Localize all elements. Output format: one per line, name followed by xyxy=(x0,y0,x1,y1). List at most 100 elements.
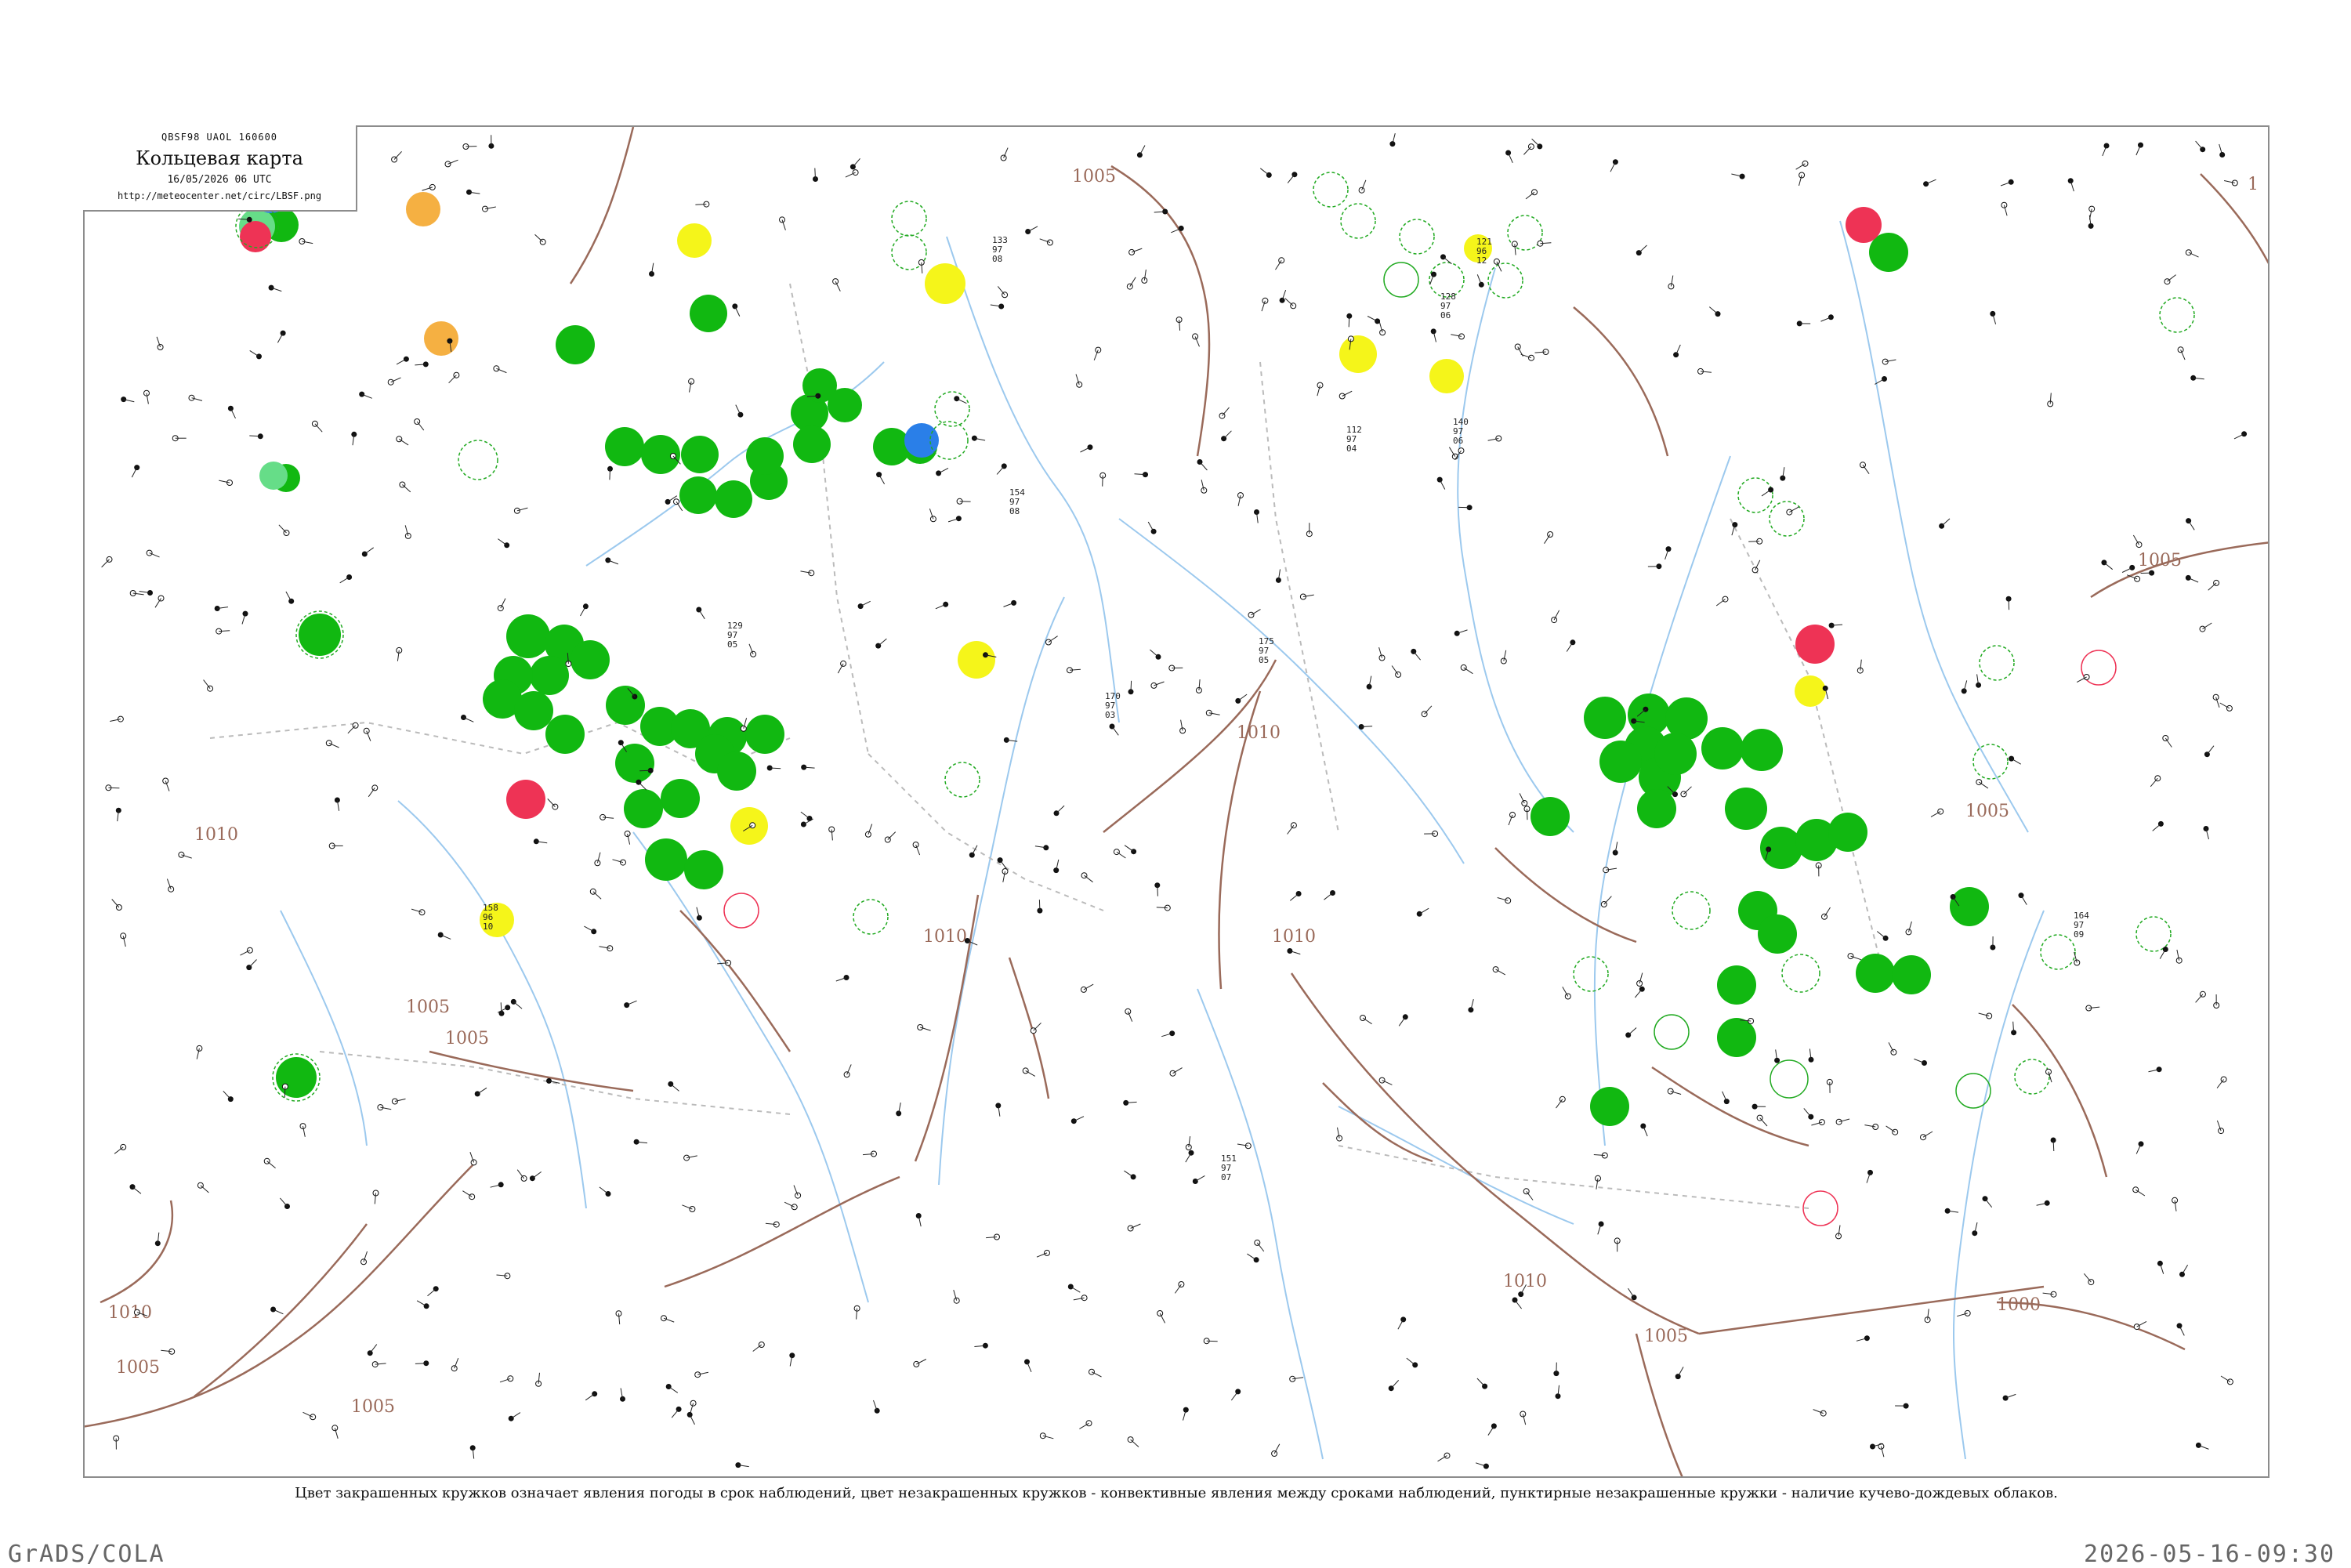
station-ring-dashed[interactable] xyxy=(892,201,926,236)
station-marker-green[interactable] xyxy=(514,691,553,730)
station-symbol xyxy=(1957,1310,1970,1316)
station-ring-dashed[interactable] xyxy=(1341,204,1375,238)
station-plot[interactable]: 129 97 05 xyxy=(727,621,743,650)
station-marker-green[interactable] xyxy=(645,838,687,881)
station-plot[interactable]: 151 97 07 xyxy=(1221,1153,1237,1182)
station-marker-green[interactable] xyxy=(746,437,784,475)
station-marker-red[interactable] xyxy=(1795,625,1835,664)
station-marker-green[interactable] xyxy=(1717,965,1756,1005)
station-symbol xyxy=(494,366,507,373)
station-marker-green[interactable] xyxy=(1741,729,1783,771)
station-marker-green[interactable] xyxy=(624,789,663,828)
station-symbol xyxy=(1288,172,1297,183)
station-ring-dashed[interactable] xyxy=(2136,917,2171,951)
station-marker-green[interactable] xyxy=(717,751,756,791)
station-ring-dashed[interactable] xyxy=(1574,957,1608,991)
station-marker-green[interactable] xyxy=(828,388,862,422)
station-ring-dashed[interactable] xyxy=(1973,744,2008,779)
station-ring-dashed[interactable] xyxy=(1738,478,1773,512)
station-marker-green[interactable] xyxy=(679,476,717,514)
station-marker-green[interactable] xyxy=(276,1057,317,1098)
station-symbol xyxy=(1488,436,1502,441)
station-marker-green[interactable] xyxy=(571,640,610,679)
station-plot[interactable]: 140 97 06 xyxy=(1453,417,1469,446)
station-marker-yellow[interactable] xyxy=(1429,359,1464,393)
station-ring-dashed[interactable] xyxy=(1672,892,1710,929)
station-marker-red[interactable] xyxy=(1846,207,1882,243)
station-marker-green[interactable] xyxy=(1701,727,1744,770)
station-marker-green[interactable] xyxy=(530,656,569,695)
station-dewpoint: 06 xyxy=(1453,436,1463,446)
station-ring-green[interactable] xyxy=(1654,1015,1689,1049)
station-symbol xyxy=(1068,1284,1081,1293)
station-marker-green[interactable] xyxy=(1654,733,1697,775)
station-ring-dashed[interactable] xyxy=(1782,954,1820,992)
station-ring-dashed[interactable] xyxy=(1488,263,1523,298)
station-ring-dashed[interactable] xyxy=(2041,935,2075,969)
station-marker-green[interactable] xyxy=(1950,887,1989,926)
station-plot[interactable]: 164 97 09 xyxy=(2074,911,2089,940)
station-plot[interactable]: 128 97 06 xyxy=(1440,292,1456,320)
station-marker-green[interactable] xyxy=(1725,788,1767,830)
station-marker-green[interactable] xyxy=(1892,955,1931,994)
station-marker-orange[interactable] xyxy=(424,321,458,356)
station-marker-yellow[interactable] xyxy=(1339,335,1377,373)
station-ring-green[interactable] xyxy=(1956,1074,1991,1108)
station-marker-green[interactable] xyxy=(690,295,727,332)
station-marker-green[interactable] xyxy=(1584,697,1626,739)
station-ring-dashed[interactable] xyxy=(853,900,888,934)
station-marker-green[interactable] xyxy=(684,850,723,889)
station-marker-green[interactable] xyxy=(661,779,700,818)
station-ring-dashed[interactable] xyxy=(1313,172,1348,207)
station-marker-green[interactable] xyxy=(745,715,784,754)
station-ring-red[interactable] xyxy=(724,893,759,928)
station-marker-yellow[interactable] xyxy=(925,263,965,304)
station-ring-dashed[interactable] xyxy=(2160,298,2194,332)
station-marker-green[interactable] xyxy=(299,614,341,656)
station-ring-green[interactable] xyxy=(1770,1060,1808,1098)
station-symbol xyxy=(216,628,230,634)
station-symbol xyxy=(1648,563,1662,569)
station-symbol xyxy=(2043,1291,2056,1297)
station-marker-yellow[interactable] xyxy=(1795,675,1826,707)
station-ring-dashed[interactable] xyxy=(945,762,980,797)
station-marker-green[interactable] xyxy=(1599,741,1642,783)
station-marker-green[interactable] xyxy=(545,715,585,754)
station-symbol xyxy=(2190,375,2204,381)
station-marker-green[interactable] xyxy=(506,614,550,658)
station-plot[interactable]: 154 97 08 xyxy=(1009,487,1025,516)
station-marker-green[interactable] xyxy=(605,427,644,466)
station-ring-dashed[interactable] xyxy=(1980,646,2014,680)
station-marker-green[interactable] xyxy=(1590,1087,1629,1126)
station-symbol xyxy=(1170,1068,1183,1077)
station-symbol xyxy=(1556,1385,1561,1399)
station-marker-green[interactable] xyxy=(1856,954,1895,993)
station-marker-green[interactable] xyxy=(715,480,752,518)
station-ring-dashed[interactable] xyxy=(1400,219,1434,254)
station-ring-dashed[interactable] xyxy=(458,440,498,480)
station-marker-blue[interactable] xyxy=(904,423,939,458)
station-ring-dashed[interactable] xyxy=(935,392,969,426)
station-plot[interactable]: 133 97 08 xyxy=(992,235,1008,264)
station-ring-green[interactable] xyxy=(1384,263,1418,297)
station-marker-light-green[interactable] xyxy=(259,462,288,490)
station-marker-yellow[interactable] xyxy=(958,641,995,679)
station-marker-green[interactable] xyxy=(556,325,595,364)
station-plot[interactable]: 112 97 04 xyxy=(1346,425,1362,454)
station-marker-yellow[interactable] xyxy=(677,223,712,258)
station-marker-green[interactable] xyxy=(793,425,831,463)
station-marker-green[interactable] xyxy=(681,436,719,473)
station-marker-green[interactable] xyxy=(615,744,654,783)
station-plot[interactable]: 175 97 05 xyxy=(1259,636,1274,665)
station-marker-orange[interactable] xyxy=(406,192,440,226)
station-marker-green[interactable] xyxy=(1758,914,1797,954)
station-marker-green[interactable] xyxy=(1637,789,1676,828)
station-marker-red[interactable] xyxy=(506,780,545,819)
station-marker-green[interactable] xyxy=(606,686,645,725)
station-marker-yellow[interactable] xyxy=(730,807,768,845)
station-marker-green[interactable] xyxy=(1531,797,1570,836)
station-ring-dashed[interactable] xyxy=(2015,1059,2049,1094)
station-symbol xyxy=(1280,290,1286,303)
station-marker-green[interactable] xyxy=(1828,813,1867,852)
station-symbol xyxy=(2037,1200,2050,1206)
